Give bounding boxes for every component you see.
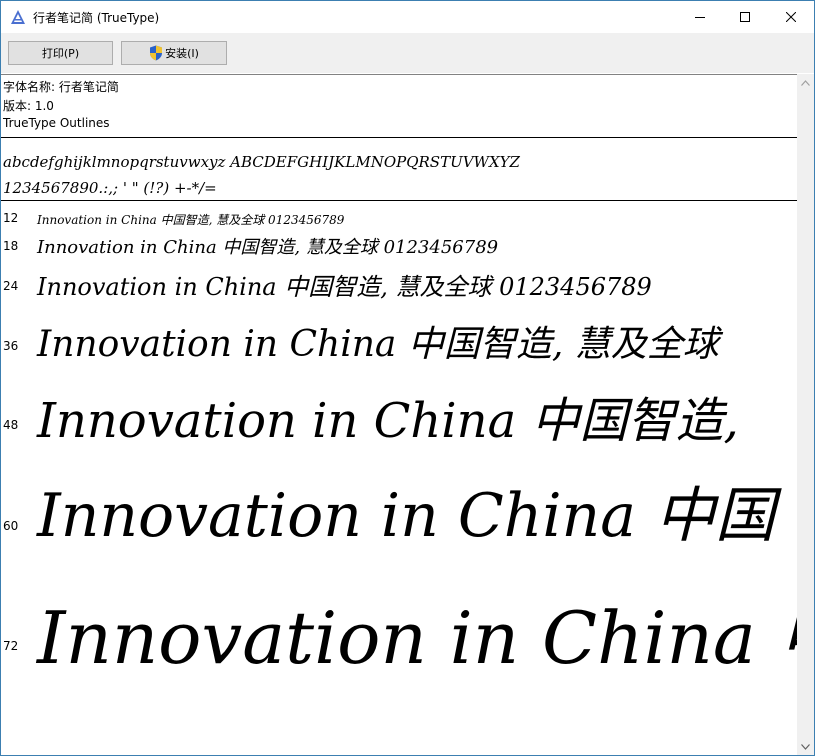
sample-row-12: 12 Innovation in China 中国智造, 慧及全球 012345… xyxy=(1,207,797,231)
size-label: 18 xyxy=(3,239,19,253)
install-button[interactable]: 安装(I) xyxy=(121,41,227,65)
close-icon xyxy=(786,12,796,22)
sample-text: Innovation in China 中国智造, 慧及全球 012345678… xyxy=(37,237,499,258)
sample-text: Innovation in China 中国智造, 慧及全球 012345678… xyxy=(37,273,652,301)
size-label: 12 xyxy=(3,211,19,225)
sample-text: Innovation in China 中 xyxy=(37,596,797,680)
maximize-button[interactable] xyxy=(722,1,768,33)
sample-text: Innovation in China 中国智造, xyxy=(37,393,739,449)
font-preview-pane: 字体名称: 行者笔记简 版本: 1.0 TrueType Outlines ab… xyxy=(1,74,797,755)
size-label: 48 xyxy=(3,418,19,432)
font-name-line: 字体名称: 行者笔记简 xyxy=(3,80,119,94)
vertical-scrollbar[interactable] xyxy=(797,74,814,755)
sample-row-36: 36 Innovation in China 中国智造, 慧及全球 xyxy=(1,307,797,371)
sample-row-18: 18 Innovation in China 中国智造, 慧及全球 012345… xyxy=(1,231,797,261)
close-button[interactable] xyxy=(768,1,814,33)
uac-shield-icon xyxy=(150,45,163,61)
separator xyxy=(1,200,797,201)
sample-row-48: 48 Innovation in China 中国智造, xyxy=(1,373,797,453)
font-viewer-window: 行者笔记简 (TrueType) 打印(P) 安装(I) 字体名称: 行者笔记简… xyxy=(0,0,815,756)
sample-row-24: 24 Innovation in China 中国智造, 慧及全球 012345… xyxy=(1,263,797,303)
scroll-up-button[interactable] xyxy=(797,74,814,91)
separator xyxy=(1,137,797,138)
font-version-line: 版本: 1.0 xyxy=(3,99,54,113)
size-label: 24 xyxy=(3,279,19,293)
sample-text: Innovation in China 中国智造, 慧及全球 xyxy=(37,324,719,365)
sample-text: Innovation in China 中国 xyxy=(37,481,776,551)
digits-sample: 1234567890.:,; ' " (!?) +-*/= xyxy=(3,179,217,197)
print-button[interactable]: 打印(P) xyxy=(8,41,113,65)
scroll-down-button[interactable] xyxy=(797,738,814,755)
title-bar[interactable]: 行者笔记简 (TrueType) xyxy=(1,1,814,33)
size-label: 72 xyxy=(3,639,19,653)
install-button-label: 安装(I) xyxy=(165,47,199,60)
minimize-button[interactable] xyxy=(677,1,723,33)
font-app-icon xyxy=(11,10,25,24)
print-button-label: 打印(P) xyxy=(41,47,80,60)
chevron-down-icon xyxy=(801,743,810,750)
font-outline-line: TrueType Outlines xyxy=(3,116,110,130)
chevron-up-icon xyxy=(801,79,810,86)
alphabet-sample: abcdefghijklmnopqrstuvwxyz ABCDEFGHIJKLM… xyxy=(3,153,520,171)
sample-row-72: 72 Innovation in China 中 xyxy=(1,567,797,687)
sample-text: Innovation in China 中国智造, 慧及全球 012345678… xyxy=(37,213,345,227)
sample-row-60: 60 Innovation in China 中国 xyxy=(1,457,797,557)
window-title: 行者笔记简 (TrueType) xyxy=(33,11,160,25)
maximize-icon xyxy=(740,12,750,22)
toolbar: 打印(P) 安装(I) xyxy=(1,33,814,73)
minimize-icon xyxy=(695,17,705,18)
size-label: 36 xyxy=(3,339,19,353)
size-label: 60 xyxy=(3,519,19,533)
